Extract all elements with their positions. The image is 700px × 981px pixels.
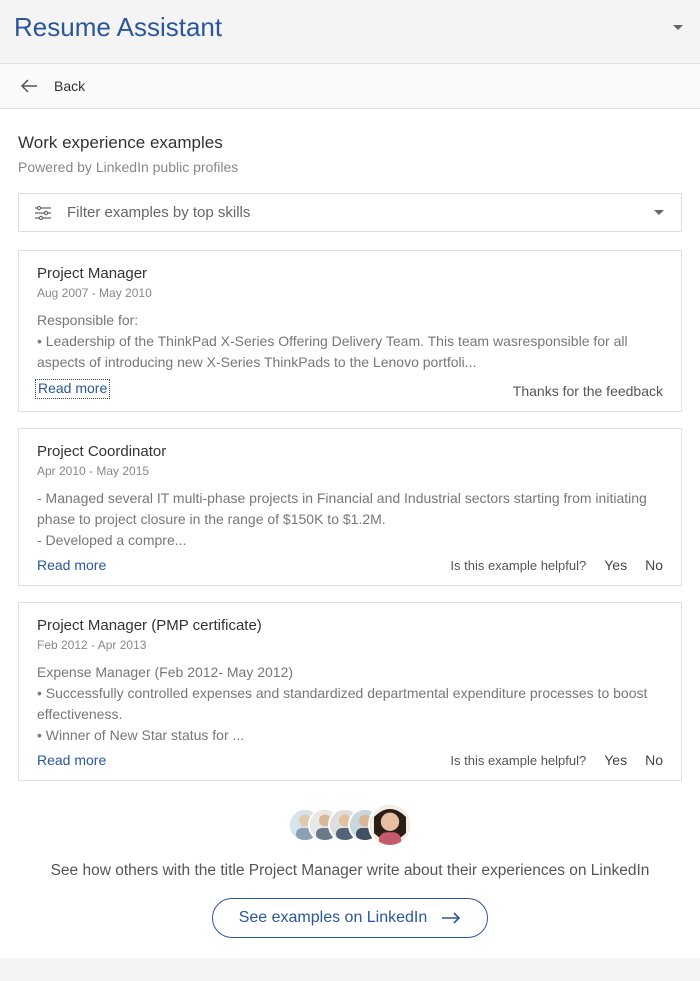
feedback-yes[interactable]: Yes (604, 557, 627, 573)
section-subtitle: Powered by LinkedIn public profiles (18, 159, 682, 175)
example-title: Project Manager (37, 265, 663, 282)
back-button[interactable]: Back (0, 63, 700, 109)
avatar-stack (18, 803, 682, 847)
avatar (368, 803, 412, 847)
feedback-prompt: Is this example helpful? (450, 753, 586, 768)
feedback-thanks: Thanks for the feedback (513, 383, 663, 399)
feedback-yes[interactable]: Yes (604, 752, 627, 768)
example-body: Expense Manager (Feb 2012- May 2012) • S… (37, 662, 663, 746)
pane-header: Resume Assistant (0, 0, 700, 63)
example-title: Project Manager (PMP certificate) (37, 617, 663, 634)
example-date-range: Feb 2012 - Apr 2013 (37, 638, 663, 652)
example-date-range: Aug 2007 - May 2010 (37, 286, 663, 300)
feedback-no[interactable]: No (645, 557, 663, 573)
chevron-down-icon (653, 209, 665, 217)
filter-icon (35, 206, 51, 220)
read-more-link[interactable]: Read more (37, 752, 106, 768)
read-more-link[interactable]: Read more (37, 557, 106, 573)
example-card: Project Manager (PMP certificate) Feb 20… (18, 602, 682, 781)
feedback-row: Is this example helpful? Yes No (450, 752, 663, 768)
pane-title: Resume Assistant (14, 12, 222, 43)
see-examples-button[interactable]: See examples on LinkedIn (212, 898, 489, 938)
example-body: Responsible for: • Leadership of the Thi… (37, 310, 663, 373)
section-title: Work experience examples (18, 133, 682, 153)
footer-description: See how others with the title Project Ma… (18, 859, 682, 882)
back-arrow-icon (20, 79, 38, 93)
example-date-range: Apr 2010 - May 2015 (37, 464, 663, 478)
pane-menu-icon[interactable] (672, 24, 684, 32)
arrow-right-icon (441, 912, 461, 924)
filter-dropdown[interactable]: Filter examples by top skills (18, 193, 682, 232)
filter-label: Filter examples by top skills (67, 204, 637, 221)
example-card: Project Manager Aug 2007 - May 2010 Resp… (18, 250, 682, 412)
back-label: Back (54, 78, 85, 94)
example-title: Project Coordinator (37, 443, 663, 460)
feedback-prompt: Is this example helpful? (450, 558, 586, 573)
feedback-row: Is this example helpful? Yes No (450, 557, 663, 573)
feedback-no[interactable]: No (645, 752, 663, 768)
read-more-link[interactable]: Read more (35, 379, 110, 399)
example-card: Project Coordinator Apr 2010 - May 2015 … (18, 428, 682, 586)
content-area: Work experience examples Powered by Link… (0, 109, 700, 958)
example-body: - Managed several IT multi-phase project… (37, 488, 663, 551)
cta-label: See examples on LinkedIn (239, 909, 428, 927)
